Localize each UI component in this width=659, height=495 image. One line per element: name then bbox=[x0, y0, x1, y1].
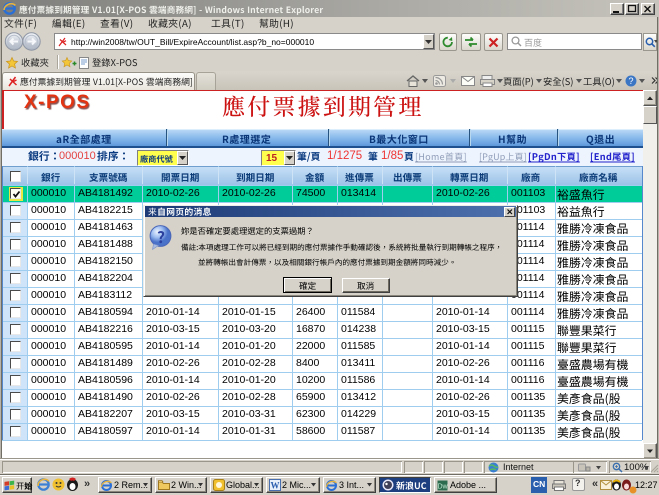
svg-text:Dw: Dw bbox=[437, 484, 448, 491]
svg-text:?: ? bbox=[628, 76, 633, 86]
svg-text:W: W bbox=[271, 481, 280, 491]
